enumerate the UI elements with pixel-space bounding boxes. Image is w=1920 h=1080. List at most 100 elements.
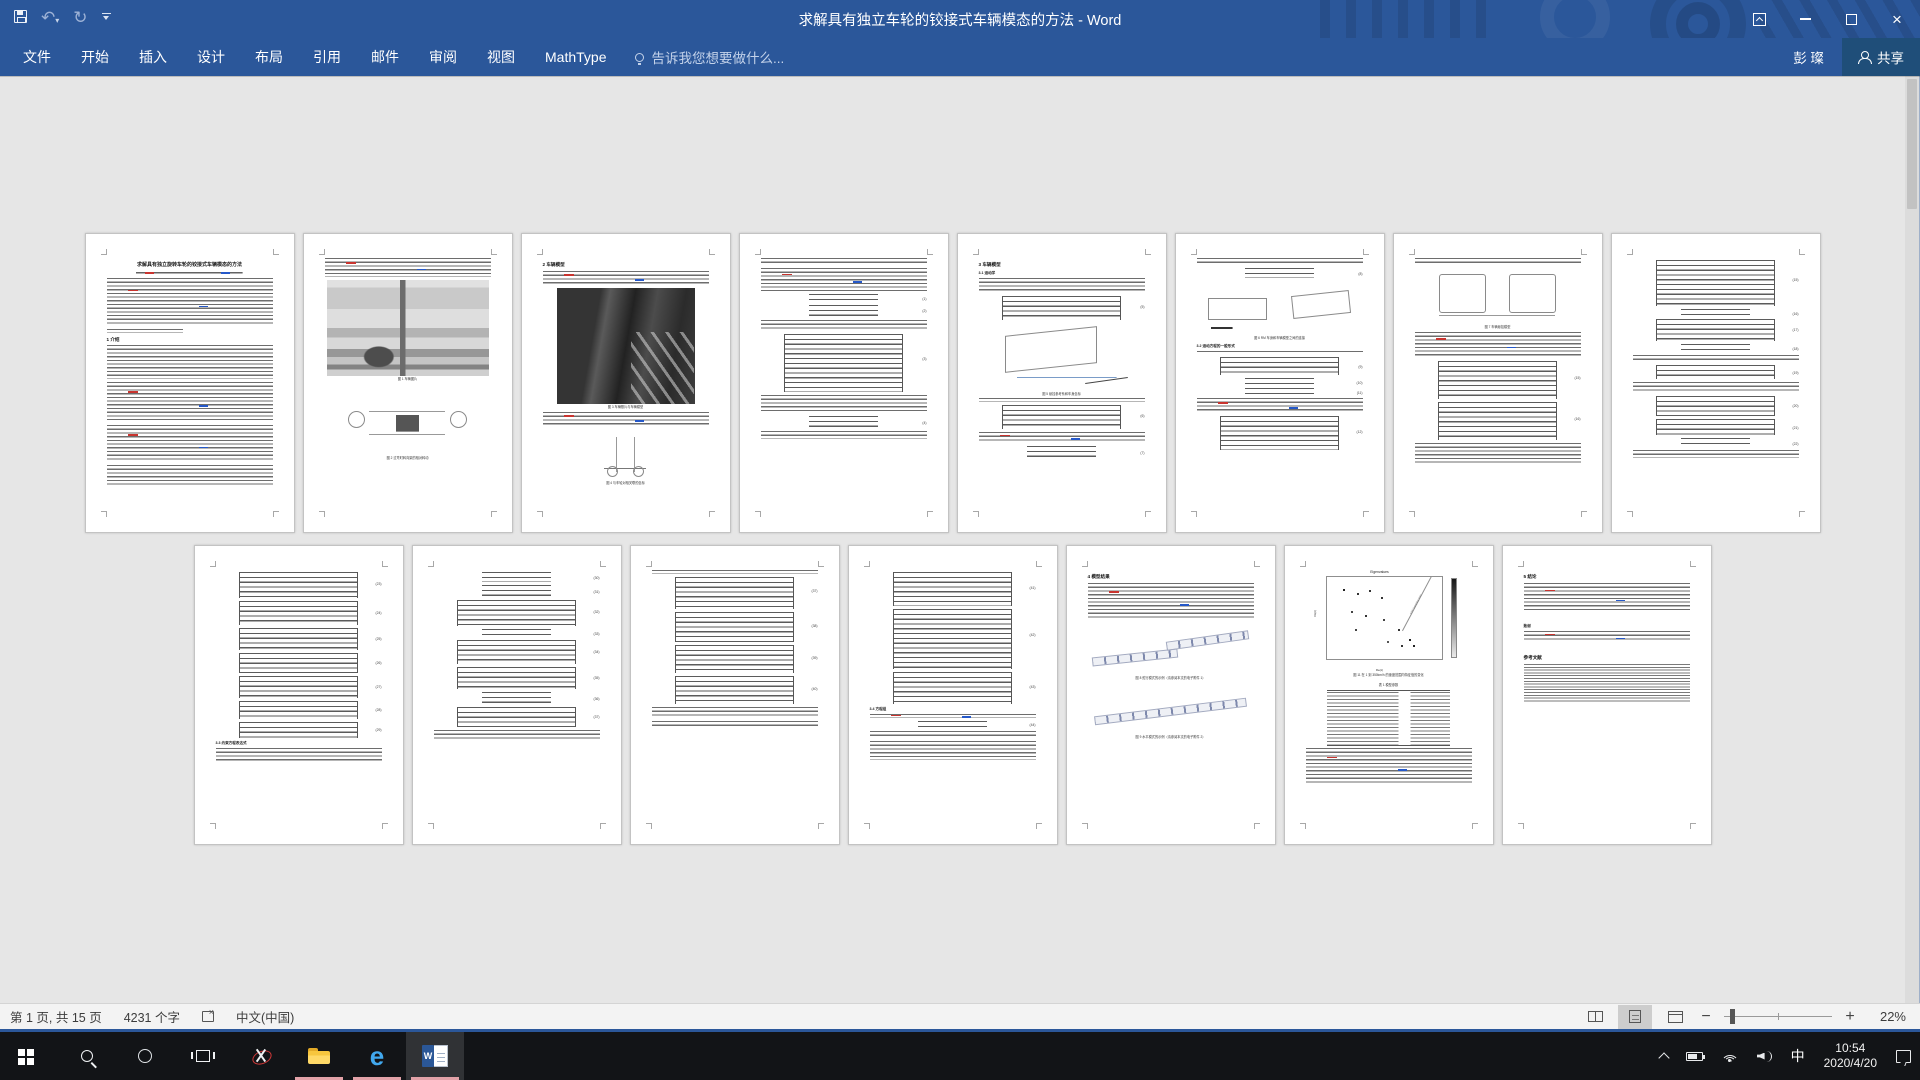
margin-crop-mark (1472, 561, 1478, 567)
chart-title: Eigenvalues (1313, 570, 1447, 574)
equation: (43) (870, 672, 1036, 704)
scrollbar-thumb[interactable] (1907, 79, 1917, 209)
action-center-button[interactable] (1887, 1032, 1920, 1080)
edge-button[interactable]: e (348, 1032, 406, 1080)
ribbon-tab-3[interactable]: 设计 (182, 38, 240, 76)
text-lines (870, 741, 1036, 760)
text-lines (434, 730, 600, 741)
zoom-slider[interactable] (1724, 1016, 1832, 1017)
page-thumbnail-11[interactable]: (37)(38)(39)(40) (630, 545, 840, 845)
page-thumbnail-15[interactable]: 5 结论致谢参考文献 (1502, 545, 1712, 845)
ribbon-tab-1[interactable]: 开始 (66, 38, 124, 76)
page-thumbnail-5[interactable]: 3 车辆模型3.1 运动学(5)图 5 悬挂参考系和车身坐标(6)(7) (957, 233, 1167, 533)
undo-icon[interactable]: ↶▾ (41, 10, 59, 28)
figure-caption: 图 2 过弯时转向架的相对转动 (325, 456, 491, 460)
read-mode-button[interactable] (1578, 1005, 1612, 1029)
page-thumbnail-8[interactable]: (15)(16)(17)(18)(19)(20)(21)(22) (1611, 233, 1821, 533)
word-count-status[interactable]: 4231 个字 (124, 1007, 180, 1026)
ribbon-tab-0[interactable]: 文件 (8, 38, 66, 76)
snipping-tool-icon (250, 1047, 272, 1065)
save-icon[interactable] (14, 10, 27, 28)
page-thumbnail-14[interactable]: Eigenvalues10% Damping ratioRe(λ)Im(λ)图 … (1284, 545, 1494, 845)
ribbon-tab-6[interactable]: 邮件 (356, 38, 414, 76)
taskbar-clock[interactable]: 10:54 2020/4/20 (1814, 1041, 1887, 1071)
figure-line-drawing (1197, 281, 1363, 335)
figure-photo-bogie (557, 288, 695, 404)
text-lines (870, 714, 1036, 718)
equation-number: (20) (1792, 404, 1798, 408)
zoom-out-button[interactable]: − (1698, 1008, 1714, 1026)
start-button[interactable] (0, 1032, 58, 1080)
text-lines (1524, 631, 1690, 642)
page-thumbnail-9[interactable]: (23)(24)(25)(26)(27)(28)(29)3.3 约束方程表达式 (194, 545, 404, 845)
page-thumbnail-6[interactable]: (8)图 6 RM 车身和车辆模型之间的连接3.2 运动方程的一般形式(9)(1… (1175, 233, 1385, 533)
page-thumbnail-13[interactable]: 4 模型结果图 8 蛇行模式的示例（请参阅本文的电子附件 1）图 9 水平模式的… (1066, 545, 1276, 845)
user-name[interactable]: 彭 璨 (1793, 47, 1824, 67)
person-icon (1858, 51, 1870, 63)
margin-crop-mark (709, 511, 715, 517)
equation: (16) (1633, 309, 1799, 316)
file-explorer-button[interactable] (290, 1032, 348, 1080)
web-layout-button[interactable] (1658, 1005, 1692, 1029)
word-taskbar-button[interactable]: W (406, 1032, 464, 1080)
task-view-button[interactable] (174, 1032, 232, 1080)
customize-quick-access-icon[interactable] (102, 10, 111, 28)
equation: (27) (216, 676, 382, 698)
search-button[interactable] (58, 1032, 116, 1080)
ribbon-tab-7[interactable]: 审阅 (414, 38, 472, 76)
battery-status[interactable] (1677, 1032, 1712, 1080)
clock-date: 2020/4/20 (1824, 1056, 1877, 1071)
equation-number: (18) (1792, 347, 1798, 351)
margin-crop-mark (973, 249, 979, 255)
zoom-percentage[interactable]: 22% (1864, 1009, 1906, 1024)
tell-me-box[interactable]: 告诉我您想要做什么... (635, 47, 784, 67)
margin-crop-mark (755, 511, 761, 517)
network-status[interactable] (1712, 1032, 1748, 1080)
ribbon-tab-2[interactable]: 插入 (124, 38, 182, 76)
margin-crop-mark (818, 823, 824, 829)
tray-overflow-button[interactable] (1651, 1032, 1677, 1080)
zoom-slider-thumb[interactable] (1730, 1009, 1735, 1024)
ribbon-tab-4[interactable]: 布局 (240, 38, 298, 76)
proofing-status-icon[interactable] (202, 1011, 214, 1022)
margin-crop-mark (927, 249, 933, 255)
page-number-status[interactable]: 第 1 页, 共 15 页 (10, 1007, 102, 1026)
ribbon-tab-9[interactable]: MathType (530, 38, 621, 76)
equation: (18) (1633, 344, 1799, 352)
zoom-in-button[interactable]: + (1842, 1008, 1858, 1026)
equation-number: (15) (1574, 376, 1580, 380)
minimize-button[interactable] (1782, 0, 1828, 38)
page-thumbnail-1[interactable]: 求解具有独立旋转车轮的铰接式车辆模态的方法1 介绍 (85, 233, 295, 533)
print-layout-button[interactable] (1618, 1005, 1652, 1029)
page-thumbnail-2[interactable]: 图 1 车辆图片图 2 过弯时转向架的相对转动 (303, 233, 513, 533)
page-thumbnail-4[interactable]: (1)(2)(3)(4) (739, 233, 949, 533)
page-thumbnail-10[interactable]: (30)(31)(32)(33)(34)(35)(36)(37) (412, 545, 622, 845)
margin-crop-mark (1191, 511, 1197, 517)
read-mode-icon (1588, 1011, 1603, 1022)
page-thumbnail-7[interactable]: 图 7 车辆悬挂模型(15)(16) (1393, 233, 1603, 533)
ime-indicator[interactable]: 中 (1782, 1032, 1814, 1080)
equation-number: (44) (1029, 723, 1035, 727)
equation-number: (28) (375, 708, 381, 712)
page-thumbnail-3[interactable]: 2 车辆模型图 3 车辆照片与车辆模型图 4 与车轮对相关联的坐标 (521, 233, 731, 533)
snipping-tool-button[interactable] (232, 1032, 290, 1080)
ribbon-tab-5[interactable]: 引用 (298, 38, 356, 76)
redo-icon[interactable]: ↻ (73, 10, 87, 28)
language-status[interactable]: 中文(中国) (236, 1007, 294, 1026)
cortana-button[interactable] (116, 1032, 174, 1080)
close-button[interactable]: × (1874, 0, 1920, 38)
equation-number: (3) (922, 357, 926, 361)
margin-crop-mark (1627, 511, 1633, 517)
equation-number: (12) (1356, 430, 1362, 434)
text-lines (1415, 258, 1581, 265)
margin-crop-mark (1581, 249, 1587, 255)
text-lines (1524, 583, 1690, 613)
ribbon-tab-8[interactable]: 视图 (472, 38, 530, 76)
ribbon-display-options-button[interactable] (1736, 0, 1782, 38)
maximize-button[interactable] (1828, 0, 1874, 38)
page-thumbnail-12[interactable]: (41)(42)(43)3.4 方程组(44) (848, 545, 1058, 845)
vertical-scrollbar[interactable] (1905, 76, 1919, 1003)
volume-status[interactable] (1748, 1032, 1782, 1080)
share-button[interactable]: 共享 (1842, 38, 1920, 76)
margin-crop-mark (1191, 249, 1197, 255)
